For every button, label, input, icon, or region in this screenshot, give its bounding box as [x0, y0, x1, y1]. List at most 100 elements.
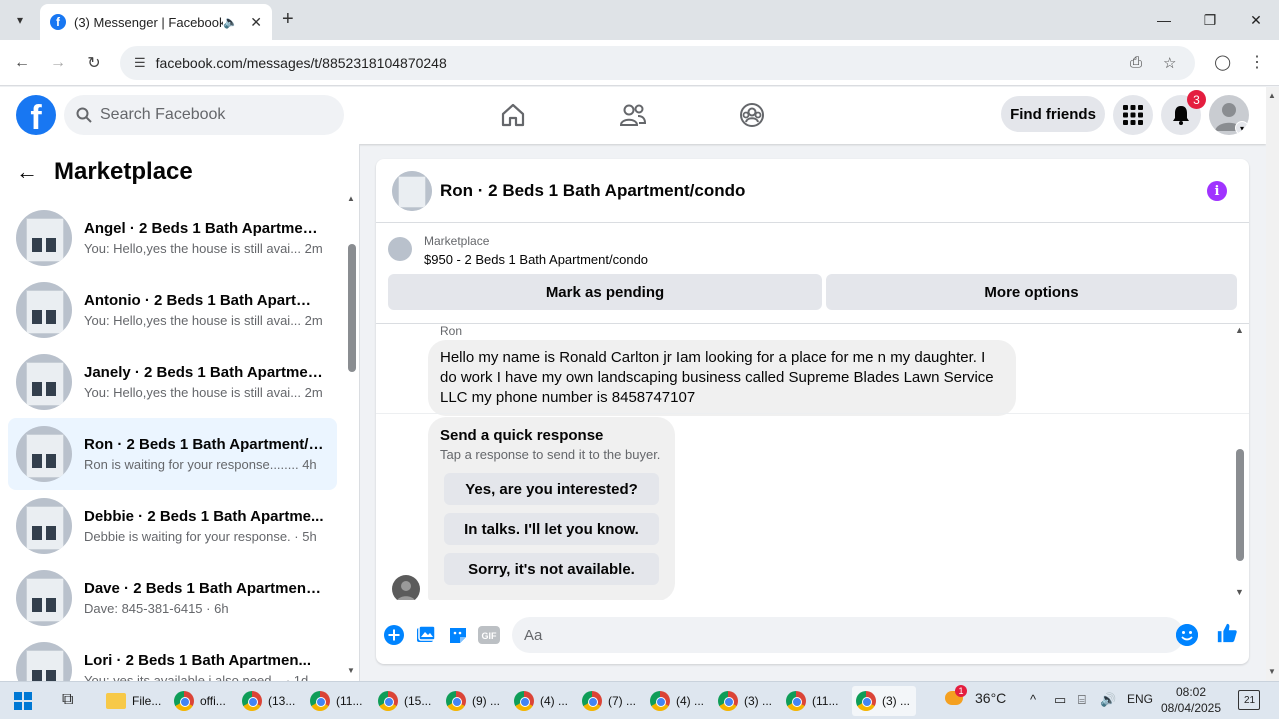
tab-search-chevron-icon[interactable]: ▾ [8, 8, 32, 32]
speaker-icon[interactable]: 🔈 [223, 15, 238, 29]
conversation-item-active[interactable]: Ron · 2 Beds 1 Bath Apartment/c... Ron is… [8, 418, 337, 490]
meet-now-icon[interactable]: ▭ [1054, 692, 1066, 708]
windows-taskbar: ⧉ File... offi... (13... (11... (15... (… [0, 681, 1279, 719]
forward-arrow-icon[interactable]: → [46, 51, 70, 75]
scroll-up-arrow-icon[interactable]: ▲ [347, 194, 355, 203]
tray-chevron-up-icon[interactable]: ^ [1030, 692, 1036, 707]
plus-circle-icon[interactable] [383, 624, 405, 646]
taskbar-item[interactable]: (7) ... [578, 686, 642, 716]
message-input[interactable] [524, 626, 1124, 644]
volume-icon[interactable]: 🔊 [1100, 692, 1116, 708]
notification-center-icon[interactable]: 21 [1238, 690, 1260, 710]
search-input[interactable] [100, 106, 320, 124]
site-info-icon[interactable]: ☰ [134, 55, 146, 71]
photo-icon[interactable] [415, 624, 437, 646]
conversation-name: Janely · 2 Beds 1 Bath Apartmen... [84, 364, 324, 381]
reload-icon[interactable]: ↻ [82, 51, 106, 75]
conversation-item[interactable]: Angel · 2 Beds 1 Bath Apartment... You: H… [8, 202, 337, 274]
scroll-up-arrow-icon[interactable]: ▲ [1268, 91, 1276, 100]
taskbar-item[interactable]: (11... [782, 686, 846, 716]
taskbar-item[interactable]: (4) ... [510, 686, 574, 716]
windows-start-icon[interactable] [14, 692, 32, 710]
facebook-logo[interactable]: f [16, 95, 56, 135]
close-tab-icon[interactable]: ✕ [250, 14, 262, 31]
menu-grid-icon[interactable] [1113, 95, 1153, 135]
scroll-up-arrow-icon[interactable]: ▲ [1235, 325, 1244, 335]
mark-as-pending-button[interactable]: Mark as pending [388, 274, 822, 310]
chat-avatar[interactable] [392, 170, 432, 211]
account-avatar[interactable]: ▾ [1209, 95, 1249, 135]
message-input-wrapper[interactable] [512, 617, 1184, 653]
thread-scrollbar[interactable]: ▲ ▼ [1234, 323, 1246, 600]
chrome-icon [718, 691, 738, 711]
install-app-icon[interactable]: ⎙ [1130, 54, 1142, 71]
groups-icon[interactable] [734, 97, 770, 133]
task-view-icon[interactable]: ⧉ [62, 691, 73, 709]
conversation-preview: You: Hello,yes the house is still avai..… [84, 385, 323, 400]
conversation-item[interactable]: Lori · 2 Beds 1 Bath Apartmen... You: yes… [8, 634, 337, 681]
chrome-icon [446, 691, 466, 711]
more-options-button[interactable]: More options [826, 274, 1237, 310]
taskbar-item[interactable]: (11... [306, 686, 370, 716]
sticker-icon[interactable] [447, 624, 469, 646]
friends-icon[interactable] [615, 97, 651, 133]
browser-menu-icon[interactable]: ⋮ [1249, 52, 1265, 72]
clock[interactable]: 08:02 08/04/2025 [1160, 684, 1222, 716]
scroll-down-arrow-icon[interactable]: ▼ [1268, 667, 1276, 676]
language-indicator[interactable]: ENG [1127, 692, 1153, 706]
thread-scroll-thumb[interactable] [1236, 449, 1244, 561]
close-window-icon[interactable]: ✕ [1233, 0, 1279, 40]
taskbar-item[interactable]: (15... [374, 686, 438, 716]
taskbar-item[interactable]: (9) ... [442, 686, 506, 716]
browser-tab-bar: ▾ f (3) Messenger | Facebook 🔈 ✕ + — ❐ ✕ [0, 0, 1279, 40]
sidebar-scrollbar[interactable]: ▲ ▼ [347, 194, 357, 675]
emoji-icon[interactable] [1176, 624, 1198, 646]
conversation-preview: You: Hello,yes the house is still avai..… [84, 313, 323, 328]
taskbar-item[interactable]: File... [102, 686, 166, 716]
scroll-down-arrow-icon[interactable]: ▼ [347, 666, 355, 675]
taskbar-item[interactable]: (13... [238, 686, 302, 716]
minimize-icon[interactable]: — [1141, 0, 1187, 40]
quick-response-not-available-button[interactable]: Sorry, it's not available. [444, 553, 659, 585]
back-arrow-icon[interactable]: ← [16, 159, 38, 185]
temperature: 36°C [975, 690, 1007, 706]
sender-name: Ron [440, 324, 463, 338]
chevron-down-icon: ▾ [1235, 121, 1249, 135]
clock-time: 08:02 [1175, 685, 1207, 699]
restore-icon[interactable]: ❐ [1187, 0, 1233, 40]
chat-title[interactable]: Ron · 2 Beds 1 Bath Apartment/condo [440, 181, 745, 201]
scroll-down-arrow-icon[interactable]: ▼ [1235, 587, 1244, 597]
conversation-item[interactable]: Antonio · 2 Beds 1 Bath Apartme... You: H… [8, 274, 337, 346]
browser-tab-messenger[interactable]: f (3) Messenger | Facebook 🔈 ✕ [40, 4, 272, 40]
new-tab-plus-icon[interactable]: + [282, 8, 294, 31]
page-scrollbar[interactable]: ▲ ▼ [1266, 87, 1279, 681]
taskbar-item[interactable]: (4) ... [646, 686, 710, 716]
weather-widget[interactable]: 1 36°C [945, 685, 1007, 706]
message-composer: GIF [376, 614, 1249, 664]
chrome-icon [786, 691, 806, 711]
thumbs-up-icon[interactable] [1216, 622, 1238, 644]
home-icon[interactable] [495, 97, 531, 133]
conversation-item[interactable]: Debbie · 2 Beds 1 Bath Apartme... Debbie … [8, 490, 337, 562]
back-arrow-icon[interactable]: ← [10, 51, 34, 75]
sidebar-scroll-thumb[interactable] [348, 244, 356, 372]
info-icon[interactable]: i [1207, 181, 1227, 201]
taskbar-item-active[interactable]: (3) ... [852, 686, 916, 716]
network-icon[interactable]: ⌸ [1078, 692, 1086, 708]
listing-summary[interactable]: Marketplace $950 - 2 Beds 1 Bath Apartme… [388, 233, 1248, 273]
taskbar-item[interactable]: (3) ... [714, 686, 778, 716]
quick-response-yes-button[interactable]: Yes, are you interested? [444, 473, 659, 505]
find-friends-button[interactable]: Find friends [1001, 96, 1105, 132]
tab-title: (3) Messenger | Facebook [74, 14, 224, 30]
conversation-item[interactable]: Dave · 2 Beds 1 Bath Apartment/... Dave: … [8, 562, 337, 634]
gif-icon[interactable]: GIF [478, 624, 500, 646]
taskbar-item[interactable]: offi... [170, 686, 234, 716]
chrome-icon [582, 691, 602, 711]
facebook-search[interactable] [64, 95, 344, 135]
quick-response-in-talks-button[interactable]: In talks. I'll let you know. [444, 513, 659, 545]
browser-profile-icon[interactable]: ◯ [1214, 53, 1231, 71]
bookmark-star-icon[interactable]: ☆ [1163, 54, 1176, 72]
sender-avatar[interactable] [392, 575, 420, 600]
address-bar[interactable]: ☰ facebook.com/messages/t/88523181048702… [120, 46, 1195, 80]
conversation-item[interactable]: Janely · 2 Beds 1 Bath Apartmen... You: H… [8, 346, 337, 418]
